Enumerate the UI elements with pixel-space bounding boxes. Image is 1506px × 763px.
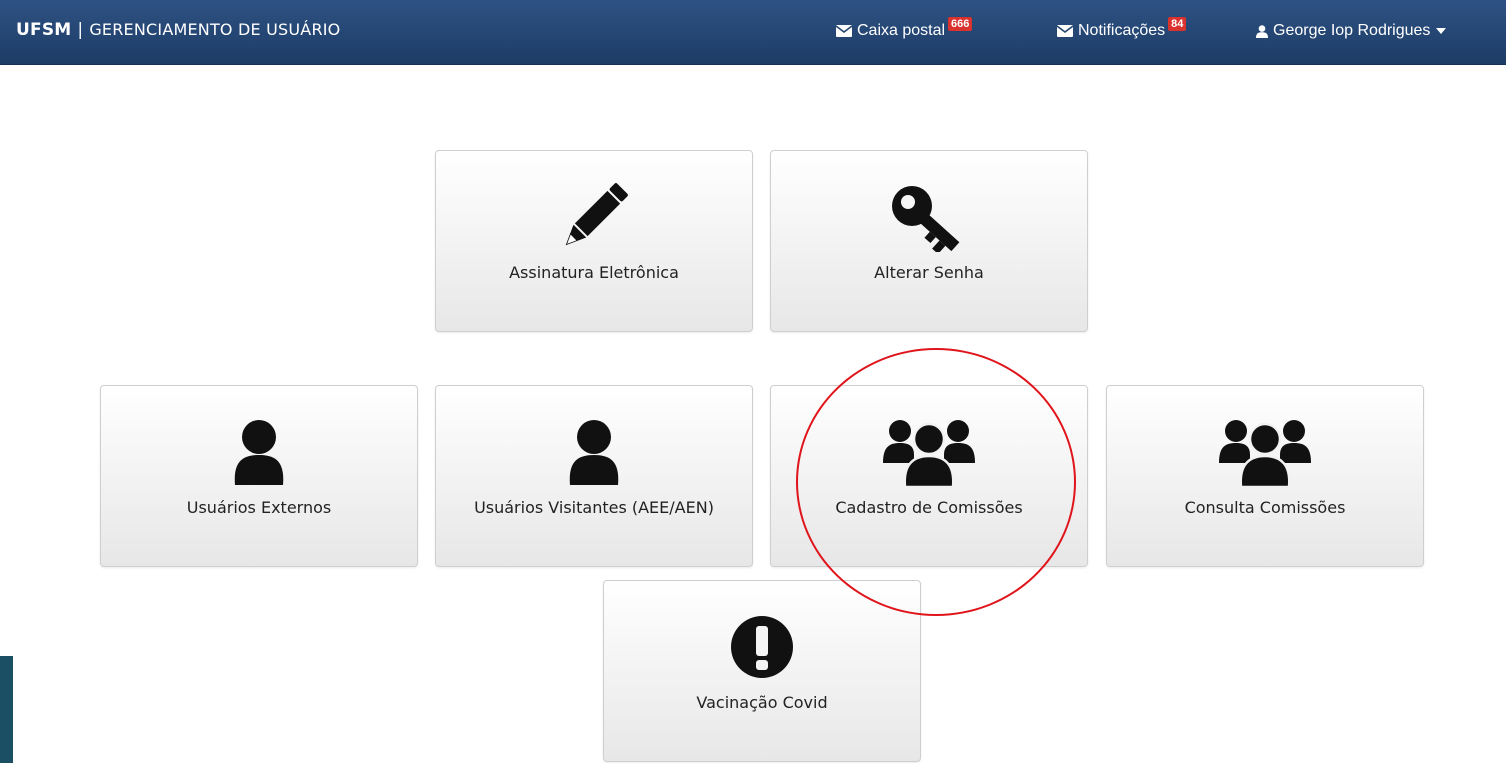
- tile-vacinacao-covid[interactable]: Vacinação Covid: [603, 580, 921, 762]
- brand-separator: |: [77, 20, 84, 40]
- tile-label: Usuários Visitantes (AEE/AEN): [474, 498, 714, 517]
- exclamation-circle-icon: [604, 607, 920, 687]
- tile-cadastro-comissoes[interactable]: Cadastro de Comissões: [770, 385, 1088, 567]
- tile-alterar-senha[interactable]: Alterar Senha: [770, 150, 1088, 332]
- user-menu[interactable]: George Iop Rodrigues: [1256, 22, 1447, 40]
- app-title: GERENCIAMENTO DE USUÁRIO: [89, 20, 341, 39]
- notifications-label: Notificações: [1078, 22, 1166, 39]
- top-navbar: UFSM | GERENCIAMENTO DE USUÁRIO Caixa post…: [0, 0, 1506, 65]
- tile-label: Assinatura Eletrônica: [509, 263, 679, 282]
- tile-consulta-comissoes[interactable]: Consulta Comissões: [1106, 385, 1424, 567]
- users-icon: [771, 412, 1087, 492]
- pencil-icon: [436, 177, 752, 257]
- tile-usuarios-visitantes[interactable]: Usuários Visitantes (AEE/AEN): [435, 385, 753, 567]
- users-icon: [1107, 412, 1423, 492]
- left-edge-panel: [0, 656, 13, 763]
- chevron-down-icon: [1436, 28, 1447, 34]
- tile-label: Consulta Comissões: [1184, 498, 1346, 517]
- brand-name: UFSM: [16, 20, 72, 40]
- tile-label: Usuários Externos: [186, 498, 332, 517]
- notifications-count-badge: 84: [1168, 17, 1187, 31]
- user-icon: [101, 412, 417, 492]
- mailbox-label: Caixa postal: [857, 22, 946, 39]
- envelope-icon: [836, 25, 852, 37]
- envelope-icon: [1057, 25, 1073, 37]
- user-icon: [436, 412, 752, 492]
- user-name: George Iop Rodrigues: [1273, 22, 1431, 39]
- mailbox-count-badge: 666: [948, 17, 973, 31]
- tile-assinatura-eletronica[interactable]: Assinatura Eletrônica: [435, 150, 753, 332]
- app-brand[interactable]: UFSM | GERENCIAMENTO DE USUÁRIO: [16, 20, 340, 40]
- tile-label: Alterar Senha: [874, 263, 984, 282]
- tile-usuarios-externos[interactable]: Usuários Externos: [100, 385, 418, 567]
- key-icon: [771, 177, 1087, 257]
- mailbox-link[interactable]: Caixa postal 666: [836, 17, 973, 40]
- tile-label: Cadastro de Comissões: [835, 498, 1023, 517]
- tile-label: Vacinação Covid: [696, 693, 828, 712]
- notifications-link[interactable]: Notificações 84: [1057, 17, 1187, 40]
- user-icon: [1256, 24, 1268, 38]
